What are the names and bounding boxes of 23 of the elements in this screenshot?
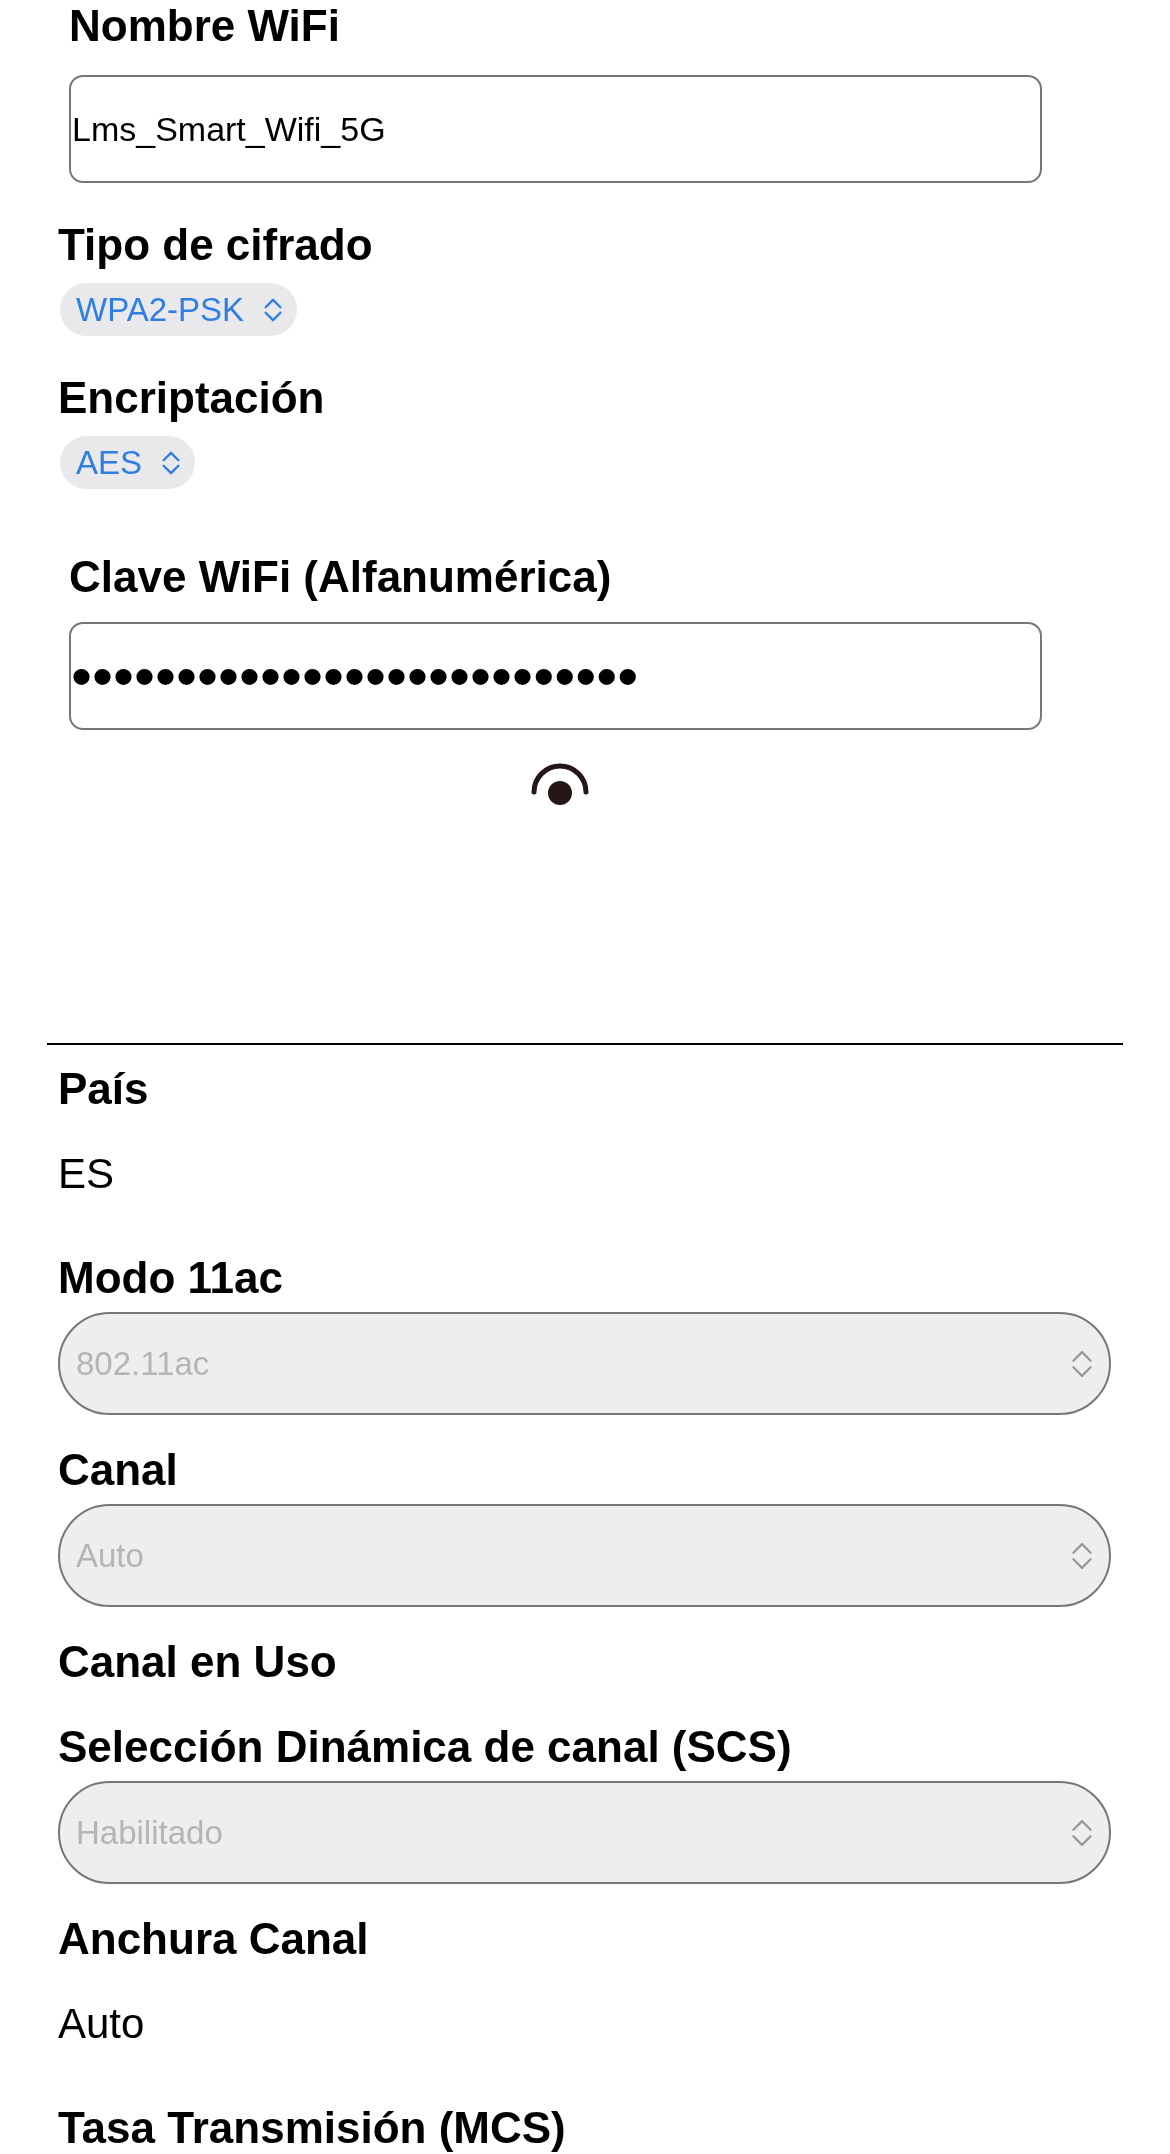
field-value: Auto [58, 1999, 146, 2049]
updown-chevron-icon [1071, 1818, 1093, 1847]
field-label: Nombre WiFi [69, 0, 341, 52]
updown-chevron-icon [262, 297, 285, 322]
field-label: Clave WiFi (Alfanumérica) [69, 551, 613, 603]
field-value: ES [58, 1149, 116, 1199]
select-dropdown[interactable]: WPA2-PSK [60, 283, 298, 336]
password-field[interactable]: ••••••••••••••••••••••••••• [69, 622, 1042, 730]
eye-icon[interactable] [530, 762, 590, 807]
field-label: Canal [58, 1444, 179, 1496]
field-label: Encriptación [58, 372, 326, 424]
text-field[interactable]: Lms_Smart_Wifi_5G [69, 75, 1042, 183]
field-label: Tasa Transmisión (MCS) [58, 2102, 567, 2154]
field-label: Canal en Uso [58, 1636, 338, 1688]
select-dropdown[interactable]: AES [60, 436, 196, 489]
field-label: País [58, 1063, 150, 1115]
updown-chevron-icon [1071, 1541, 1093, 1570]
updown-chevron-icon [1071, 1349, 1093, 1378]
field-label: Modo 11ac [58, 1252, 284, 1304]
field-label: Tipo de cifrado [58, 219, 374, 271]
field-label: Anchura Canal [58, 1913, 370, 1965]
updown-chevron-icon [160, 450, 183, 475]
field-label: Selección Dinámica de canal (SCS) [58, 1721, 793, 1773]
